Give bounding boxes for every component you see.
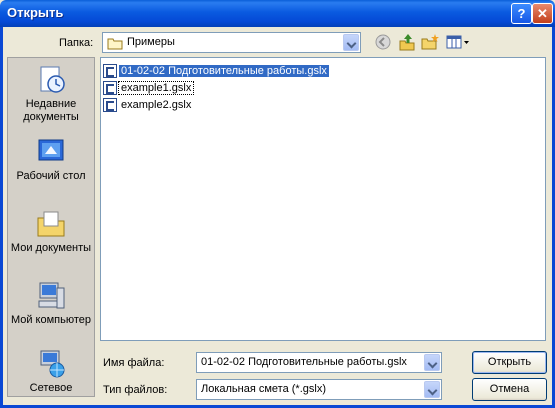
place-label: Мой компьютер [10,314,92,326]
file-list[interactable]: 01-02-02 Подготовительные работы.gslx ex… [100,57,546,341]
place-my-documents[interactable]: Мои документы [8,208,94,255]
cancel-button[interactable]: Отмена [472,378,547,401]
file-name: example1.gslx [117,81,195,95]
views-menu-icon[interactable] [446,33,470,51]
up-folder-icon[interactable] [398,33,416,51]
filename-input[interactable]: 01-02-02 Подготовительные работы.gslx [196,352,442,373]
window-title: Открыть [7,5,64,20]
new-folder-icon[interactable] [421,33,439,51]
filetype-dropdown-arrow[interactable] [424,381,440,398]
folder-icon [107,38,123,50]
close-button[interactable]: ✕ [532,3,553,24]
open-button[interactable]: Открыть [472,351,547,374]
help-button[interactable]: ? [511,3,532,24]
lookin-dropdown-arrow[interactable] [343,34,359,51]
my-computer-icon [38,282,65,309]
title-bar: Открыть ? ✕ [0,0,555,27]
filename-dropdown-arrow[interactable] [424,354,440,371]
filetype-label: Тип файлов: [103,384,168,396]
lookin-combo[interactable]: Примеры [102,32,361,53]
filename-value: 01-02-02 Подготовительные работы.gslx [201,356,407,368]
network-icon [40,350,65,378]
place-recent-documents[interactable]: Недавние документы [8,64,94,124]
gslx-file-icon [103,64,117,78]
place-desktop[interactable]: Рабочий стол [8,136,94,183]
file-name: example2.gslx [121,99,192,111]
place-label: Сетевое [29,382,73,394]
lookin-label: Папка: [59,37,94,49]
place-my-computer[interactable]: Мой компьютер [8,280,94,327]
gslx-file-icon [103,98,117,112]
gslx-file-icon [103,81,117,95]
lookin-value: Примеры [127,36,175,48]
place-label: Недавние документы [23,98,79,123]
places-bar: Недавние документы Рабочий стол Мои доку… [7,57,95,397]
back-icon[interactable] [374,33,392,51]
file-name: 01-02-02 Подготовительные работы.gslx [119,65,329,77]
filetype-value: Локальная смета (*.gslx) [201,383,326,395]
recent-documents-icon [40,66,65,93]
filetype-select[interactable]: Локальная смета (*.gslx) [196,379,442,400]
place-network[interactable]: Сетевое [8,348,94,395]
my-documents-icon [37,211,65,237]
place-label: Рабочий стол [16,170,86,182]
place-label: Мои документы [10,242,92,254]
desktop-icon [38,139,64,161]
filename-label: Имя файла: [103,357,165,369]
